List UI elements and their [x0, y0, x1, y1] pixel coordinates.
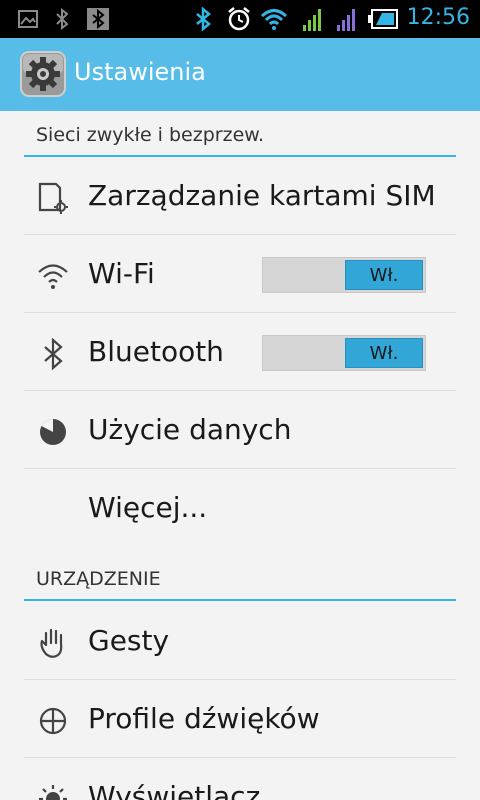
wifi-toggle[interactable]: Wł. [262, 257, 426, 293]
settings-gear-icon[interactable] [19, 50, 67, 98]
sim-card-icon [36, 181, 70, 215]
signal-purple-icon [336, 7, 358, 31]
hand-gesture-icon [36, 626, 70, 660]
list-item-label: Gesty [88, 624, 170, 657]
status-time: 12:56 [406, 5, 470, 30]
list-item-label: Profile dźwięków [88, 702, 320, 735]
data-usage-icon [36, 415, 70, 449]
wifi-icon [36, 259, 70, 293]
toggle-on-label: Wł. [345, 338, 423, 368]
bluetooth-icon [36, 337, 70, 371]
sound-profile-icon [36, 704, 70, 738]
list-item-wifi[interactable]: Wi-Fi Wł. [24, 235, 456, 313]
bluetooth-toggle[interactable]: Wł. [262, 335, 426, 371]
alarm-icon [226, 7, 252, 31]
list-item-sound-profiles[interactable]: Profile dźwięków [24, 680, 456, 758]
bluetooth-icon [194, 7, 212, 31]
page-title: Ustawienia [74, 58, 206, 86]
section-header-networks: Sieci zwykłe i bezprzew. [24, 111, 456, 157]
list-item-label: Bluetooth [88, 335, 224, 368]
battery-icon [368, 7, 398, 31]
list-item-sim-management[interactable]: Zarządzanie kartami SIM [24, 157, 456, 235]
list-item-gestures[interactable]: Gesty [24, 602, 456, 680]
action-bar: Ustawienia [0, 38, 480, 111]
list-item-more[interactable]: Więcej... [24, 469, 456, 547]
list-item-label: Wi-Fi [88, 257, 155, 290]
list-item-data-usage[interactable]: Użycie danych [24, 391, 456, 469]
list-item-bluetooth[interactable]: Bluetooth Wł. [24, 313, 456, 391]
signal-green-icon [302, 7, 324, 31]
status-bar: 12:56 [0, 0, 480, 38]
section-header-label: Sieci zwykłe i bezprzew. [36, 124, 265, 146]
section-header-label: URZĄDZENIE [36, 568, 161, 590]
wifi-icon [260, 7, 288, 31]
bluetooth-small-icon [54, 7, 70, 31]
brightness-icon [36, 782, 70, 800]
list-item-label: Więcej... [88, 491, 208, 524]
list-item-label: Użycie danych [88, 413, 292, 446]
section-header-device: URZĄDZENIE [24, 555, 456, 601]
bluetooth-box-icon [86, 7, 110, 31]
image-icon [18, 7, 38, 31]
settings-list: Sieci zwykłe i bezprzew. Zarządzanie kar… [0, 111, 480, 800]
list-item-label: Zarządzanie kartami SIM [88, 179, 433, 212]
list-item-display[interactable]: Wyświetlacz [24, 758, 456, 800]
list-item-label: Wyświetlacz [88, 780, 261, 800]
toggle-on-label: Wł. [345, 260, 423, 290]
